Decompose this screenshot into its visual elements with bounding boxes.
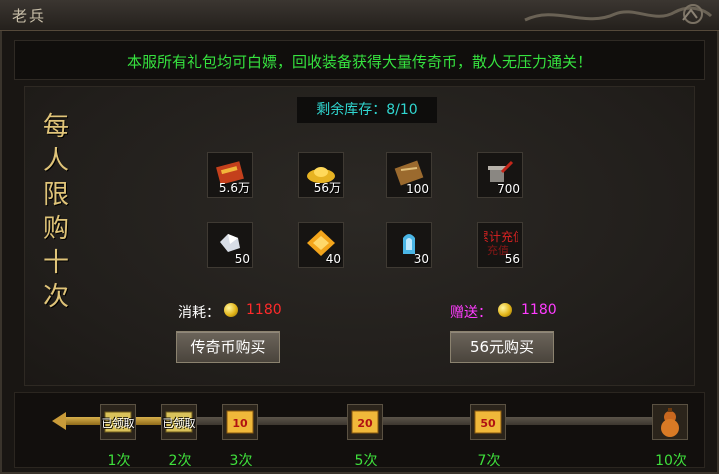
milestone-count: 3次	[229, 453, 253, 469]
side-char: 购	[42, 214, 69, 244]
side-char: 限	[42, 180, 69, 210]
item-quantity: 56	[504, 252, 520, 266]
milestone-count: 7次	[477, 453, 501, 469]
item-quantity: 56万	[313, 181, 341, 195]
notice-bar: 本服所有礼包均可白嫖，回收装备获得大量传奇币，散人无压力通关！	[14, 40, 705, 80]
item-quantity: 100	[406, 182, 429, 196]
svg-text:10: 10	[232, 417, 248, 430]
svg-text:累计充值: 累计充值	[484, 229, 518, 244]
stock-label: 剩余库存：	[316, 102, 387, 118]
side-char: 次	[42, 282, 69, 312]
item-slot[interactable]: 50	[207, 222, 253, 268]
gourd-icon	[661, 408, 679, 437]
coupon-50-icon: 50	[474, 410, 502, 434]
item-slot[interactable]: 100	[386, 152, 432, 198]
coin-icon	[498, 303, 512, 317]
item-quantity: 700	[497, 182, 520, 196]
svg-text:50: 50	[480, 417, 496, 430]
window-title: 老兵	[12, 7, 47, 25]
stock-value: 8/10	[386, 102, 418, 118]
dragon-ornament-icon	[524, 4, 713, 24]
milestone-count: 1次	[107, 453, 131, 469]
svg-text:20: 20	[357, 417, 373, 430]
notice-text: 本服所有礼包均可白嫖，回收装备获得大量传奇币，散人无压力通关！	[126, 53, 592, 71]
item-slot[interactable]: 40	[298, 222, 344, 268]
side-char: 每	[42, 112, 69, 142]
milestone-reward[interactable]: 20	[347, 404, 383, 440]
claimed-label: 已领取	[162, 417, 196, 430]
milestone-reward[interactable]: 50	[470, 404, 506, 440]
bonus-label: 赠送：	[450, 305, 492, 321]
buy-with-coin-button[interactable]: 传奇币购买	[176, 331, 280, 363]
cost-value: 1180	[246, 302, 282, 318]
item-slot[interactable]: 5.6万	[207, 152, 253, 198]
title-bar: 老兵	[0, 0, 719, 31]
coupon-20-icon: 20	[351, 410, 379, 434]
buy-with-cash-button[interactable]: 56元购买	[450, 331, 554, 363]
coin-icon	[224, 303, 238, 317]
milestone-count: 2次	[168, 453, 192, 469]
claimed-label: 已领取	[101, 417, 135, 430]
item-slot[interactable]: 56万	[298, 152, 344, 198]
side-char: 人	[42, 146, 69, 176]
stock-display: 剩余库存：8/10	[297, 97, 437, 123]
item-quantity: 40	[325, 252, 341, 266]
cost-label: 消耗：	[178, 305, 220, 321]
milestone-count: 10次	[655, 453, 687, 469]
milestone-reward[interactable]: 10	[222, 404, 258, 440]
progress-arrow-icon	[52, 412, 66, 430]
gift-panel	[24, 86, 695, 386]
bonus-value: 1180	[521, 302, 557, 318]
milestone-reward[interactable]: 已领取	[100, 404, 136, 440]
limit-vertical-text: 每 人 限 购 十 次	[36, 110, 76, 314]
item-quantity: 50	[234, 252, 250, 266]
coupon-10-icon: 10	[226, 410, 254, 434]
item-slot[interactable]: 累计充值 充值 56	[477, 222, 523, 268]
item-slot[interactable]: 30	[386, 222, 432, 268]
item-quantity: 30	[413, 252, 429, 266]
item-slot[interactable]: 700	[477, 152, 523, 198]
side-char: 十	[42, 248, 69, 278]
milestone-reward[interactable]: 已领取	[161, 404, 197, 440]
milestone-reward[interactable]	[652, 404, 688, 440]
milestone-count: 5次	[354, 453, 378, 469]
item-quantity: 5.6万	[218, 181, 250, 195]
